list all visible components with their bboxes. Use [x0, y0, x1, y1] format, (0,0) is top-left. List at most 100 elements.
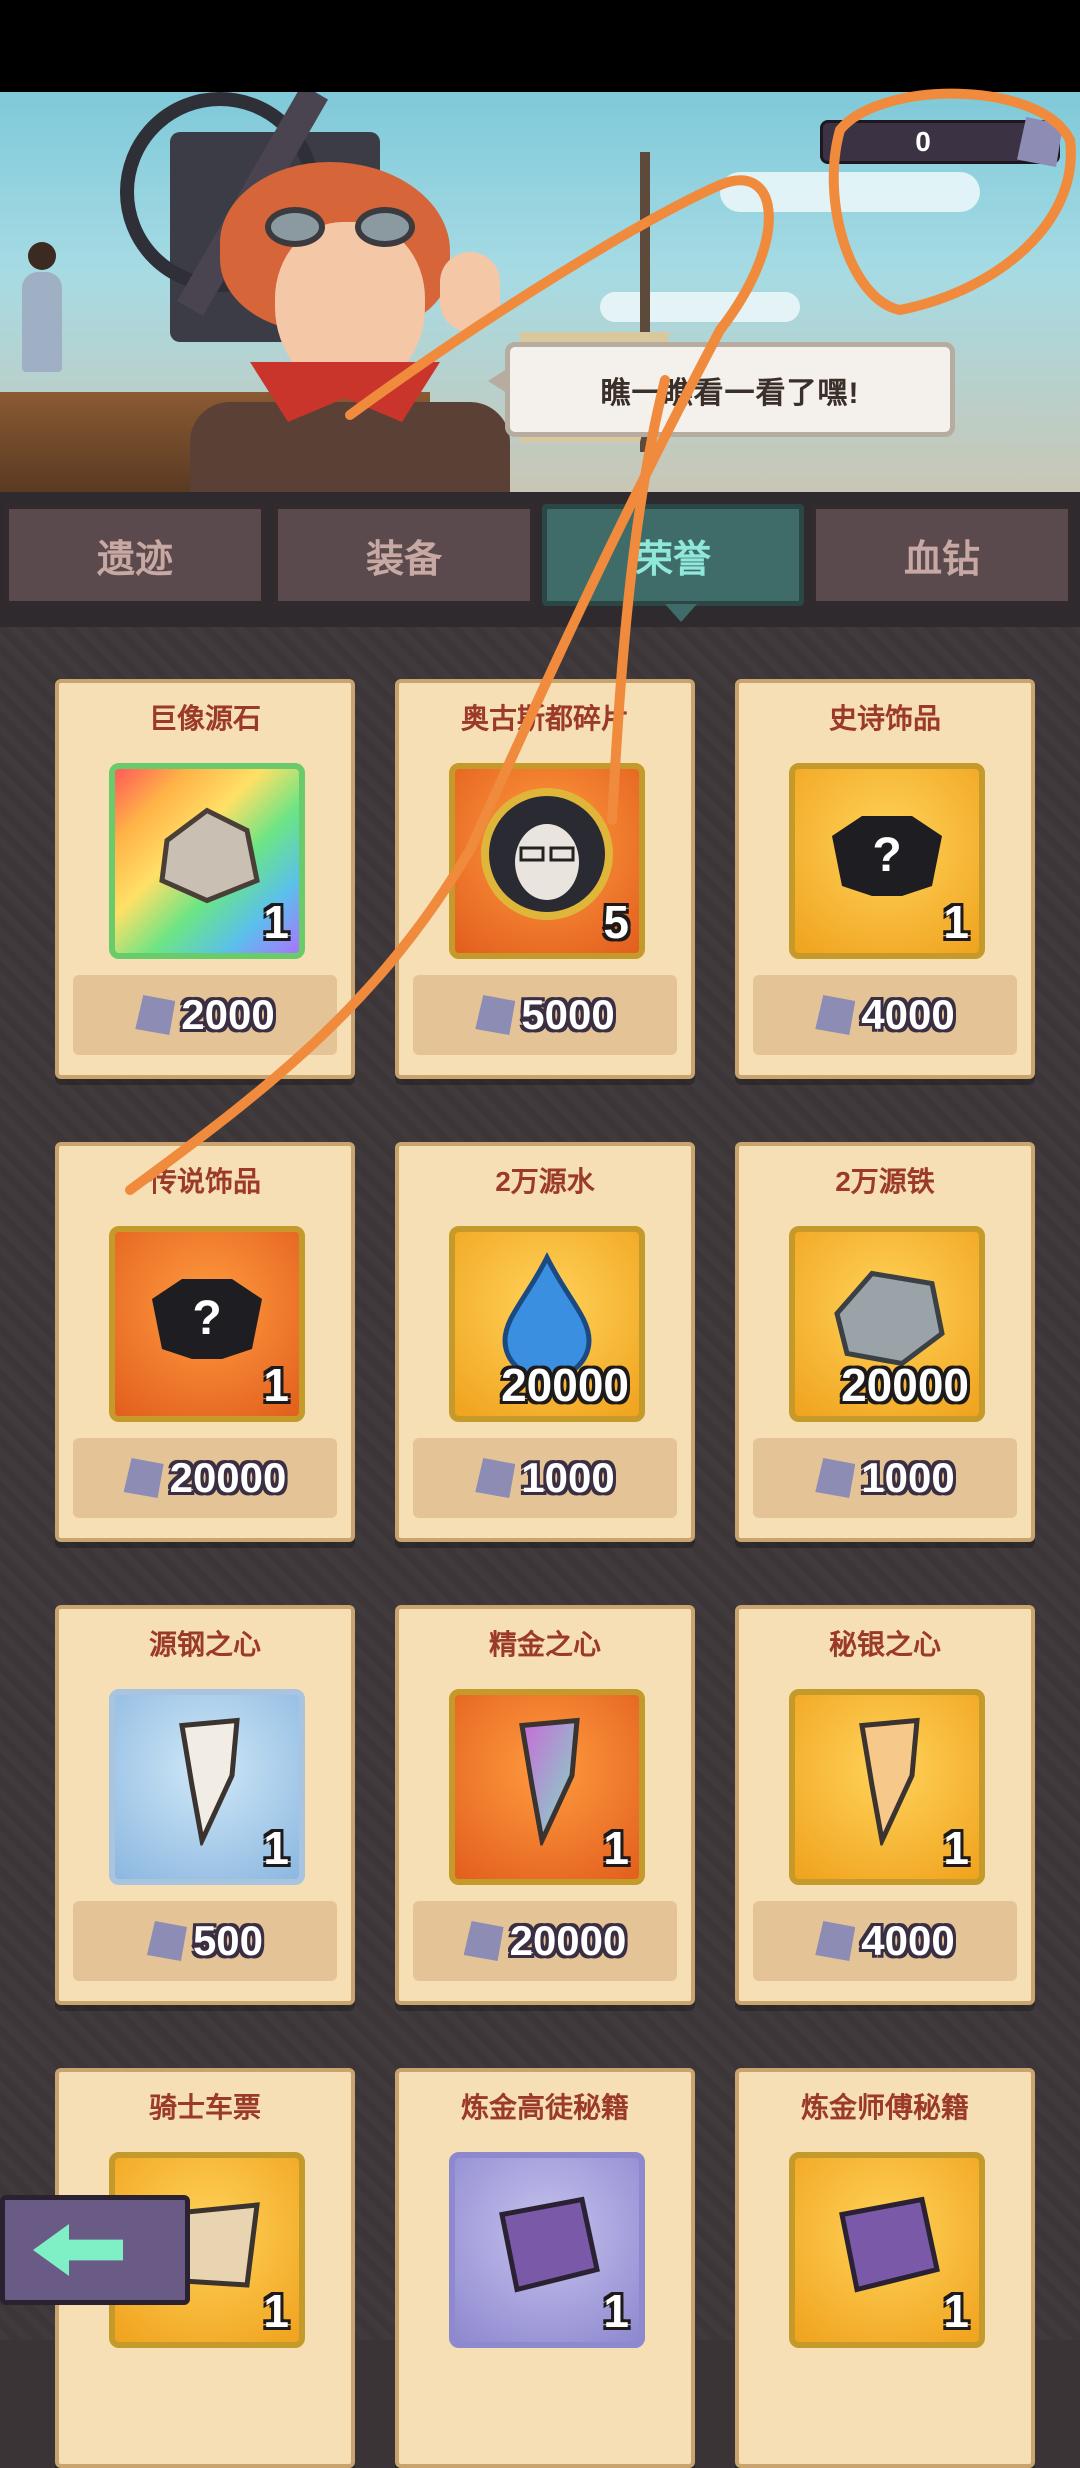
crystal-gem-icon [475, 1458, 516, 1498]
item-price: 1000 [521, 1454, 615, 1501]
crystal-gem-icon [146, 1921, 187, 1961]
shop-item-grid: 巨像源石 1 2000 奥古斯都碎片 5 5000 史诗饰品 ? 1 4000 [0, 627, 1080, 2468]
item-name: 巨像源石 [148, 703, 261, 734]
price-tag[interactable]: 5000 [413, 975, 677, 1055]
price-tag[interactable]: 2000 [73, 975, 337, 1055]
item-quantity: 20000 [501, 1359, 629, 1411]
shop-item-card[interactable]: 精金之心 1 20000 [395, 1605, 695, 2005]
currency-counter[interactable]: 0 [820, 117, 1063, 167]
item-quantity: 1 [943, 1822, 969, 1874]
item-quantity: 5 [603, 896, 629, 948]
water-drop-icon: 20000 [449, 1226, 645, 1422]
price-tag[interactable]: 4000 [753, 975, 1017, 1055]
item-price: 20000 [169, 1454, 287, 1501]
tab-relics[interactable]: 遗迹 [4, 504, 266, 606]
item-name: 精金之心 [488, 1629, 601, 1660]
item-quantity: 1 [603, 1822, 629, 1874]
crystal-gem-icon [123, 1458, 164, 1498]
crystal-gem-icon [815, 1458, 856, 1498]
arrow-left-icon [33, 2224, 123, 2276]
mystery-accessory-icon: ? 1 [109, 1226, 305, 1422]
crystal-gem-icon [815, 995, 856, 1035]
item-name: 2万源铁 [835, 1166, 935, 1197]
merchant-character [190, 132, 510, 492]
price-tag[interactable]: 20000 [73, 1438, 337, 1518]
price-tag[interactable]: 500 [73, 1901, 337, 1981]
item-name: 骑士车票 [148, 2092, 261, 2123]
item-price: 2000 [181, 991, 275, 1038]
item-name: 传说饰品 [148, 1166, 261, 1197]
crystal-gem-icon [815, 1921, 856, 1961]
back-button[interactable] [0, 2195, 190, 2305]
shop-item-card[interactable]: 奥古斯都碎片 5 5000 [395, 679, 695, 1079]
shop-item-card[interactable]: 源钢之心 1 500 [55, 1605, 355, 2005]
character-body [190, 402, 510, 492]
shop-item-card[interactable]: 史诗饰品 ? 1 4000 [735, 679, 1035, 1079]
active-tab-indicator [665, 604, 697, 622]
book-icon: 1 [449, 2152, 645, 2348]
item-quantity: 1 [943, 896, 969, 948]
item-quantity: 1 [263, 1359, 289, 1411]
price-tag[interactable]: 20000 [413, 1901, 677, 1981]
price-tag[interactable]: 1000 [753, 1438, 1017, 1518]
price-tag[interactable]: 1000 [413, 1438, 677, 1518]
item-name: 史诗饰品 [828, 703, 941, 734]
currency-value: 0 [915, 126, 931, 157]
shop-item-card[interactable]: 炼金高徒秘籍 1 [395, 2068, 695, 2468]
item-quantity: 1 [263, 2285, 289, 2337]
svg-text:?: ? [872, 829, 901, 882]
item-quantity: 20000 [841, 1359, 969, 1411]
speech-bubble-tail [488, 367, 510, 395]
item-name: 秘银之心 [828, 1629, 941, 1660]
shop-item-card[interactable]: 2万源铁 20000 1000 [735, 1142, 1035, 1542]
worker-figure-head [28, 242, 56, 270]
tab-equipment[interactable]: 装备 [273, 504, 535, 606]
item-name: 奥古斯都碎片 [460, 703, 629, 734]
shop-item-card[interactable]: 炼金师傅秘籍 1 [735, 2068, 1035, 2468]
svg-text:?: ? [192, 1292, 221, 1345]
speech-text: 瞧一瞧看一看了嘿! [600, 376, 860, 410]
item-name: 源钢之心 [148, 1629, 261, 1660]
hero-portrait-icon: 5 [449, 763, 645, 959]
fang-icon: 1 [449, 1689, 645, 1885]
item-name: 炼金师傅秘籍 [800, 2092, 969, 2123]
fang-icon: 1 [109, 1689, 305, 1885]
item-quantity: 1 [263, 1822, 289, 1874]
item-quantity: 1 [603, 2285, 629, 2337]
crystal-gem-icon [463, 1921, 504, 1961]
item-quantity: 1 [263, 896, 289, 948]
stone-icon: 1 [109, 763, 305, 959]
mystery-accessory-icon: ? 1 [789, 763, 985, 959]
item-quantity: 1 [943, 2285, 969, 2337]
crystal-gem-icon [475, 995, 516, 1035]
shop-item-card[interactable]: 2万源水 20000 1000 [395, 1142, 695, 1542]
crystal-gem-icon [1017, 117, 1063, 167]
tab-blood-diamond[interactable]: 血钻 [811, 504, 1073, 606]
cloud [720, 172, 980, 212]
crystal-gem-icon [135, 995, 176, 1035]
character-hand [440, 252, 500, 332]
shop-item-card[interactable]: 秘银之心 1 4000 [735, 1605, 1035, 2005]
item-price: 4000 [861, 991, 955, 1038]
cloud [600, 292, 800, 322]
item-price: 4000 [861, 1917, 955, 1964]
speech-bubble: 瞧一瞧看一看了嘿! [488, 342, 955, 437]
worker-figure [22, 272, 62, 372]
shop-item-card[interactable]: 巨像源石 1 2000 [55, 679, 355, 1079]
goggles-icon [265, 207, 425, 247]
item-name: 炼金高徒秘籍 [460, 2092, 629, 2123]
item-price: 1000 [861, 1454, 955, 1501]
status-bar [0, 0, 1080, 92]
item-price: 5000 [521, 991, 615, 1038]
item-name: 2万源水 [495, 1166, 595, 1197]
item-price: 500 [192, 1917, 264, 1964]
shop-item-card[interactable]: 传说饰品 ? 1 20000 [55, 1142, 355, 1542]
iron-ore-icon: 20000 [789, 1226, 985, 1422]
fang-icon: 1 [789, 1689, 985, 1885]
price-tag[interactable]: 4000 [753, 1901, 1017, 1981]
book-icon: 1 [789, 2152, 985, 2348]
goggle-lens [265, 207, 325, 247]
item-price: 20000 [509, 1917, 627, 1964]
tab-honor[interactable]: 荣誉 [542, 504, 804, 606]
goggle-lens [355, 207, 415, 247]
